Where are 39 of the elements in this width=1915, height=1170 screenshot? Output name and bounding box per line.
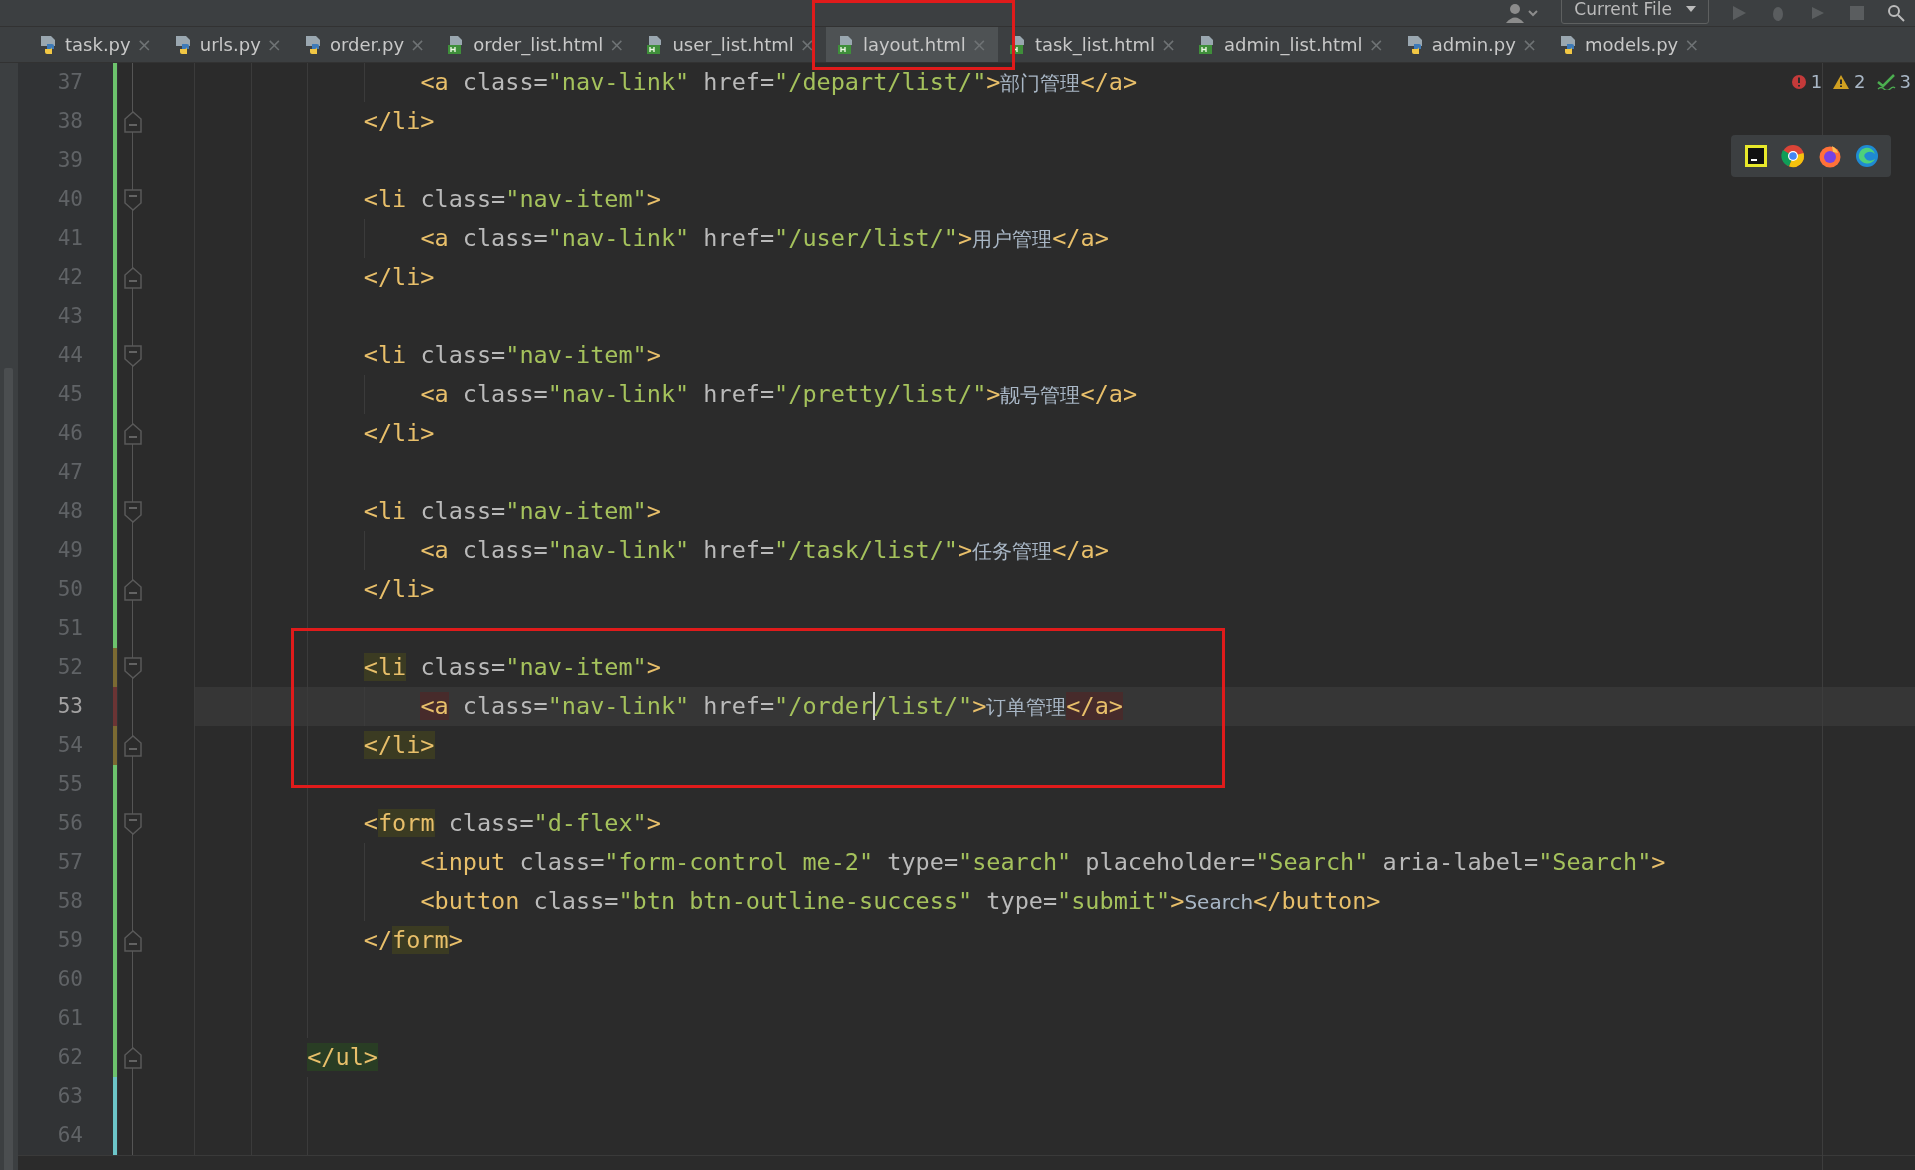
fold-icon[interactable] (124, 188, 142, 211)
editor-tab[interactable]: admin.py × (1394, 27, 1548, 62)
editor-tab[interactable]: task_list.html × (997, 27, 1188, 62)
editor-tab[interactable]: urls.py × (162, 27, 293, 62)
editor-tab[interactable]: admin_list.html × (1187, 27, 1395, 62)
line-number: 53 (18, 687, 113, 726)
error-count: 1 (1810, 71, 1823, 92)
check-icon[interactable] (1875, 73, 1896, 90)
editor-tab[interactable]: user_list.html × (635, 27, 826, 62)
fold-icon[interactable] (124, 422, 142, 445)
fold-icon[interactable] (124, 734, 142, 757)
browser-icon[interactable] (1854, 144, 1879, 168)
search-icon[interactable] (1887, 4, 1905, 22)
stop-icon[interactable] (1849, 5, 1865, 21)
browser-icon[interactable] (1817, 144, 1842, 168)
run-config-dropdown[interactable]: Current File (1561, 0, 1709, 24)
warning-count: 2 (1854, 71, 1866, 92)
fold-icon[interactable] (124, 266, 142, 289)
fold-icon[interactable] (124, 929, 142, 952)
typo-count: 3 (1899, 71, 1911, 92)
browser-icon[interactable] (1780, 144, 1805, 168)
fold-icon[interactable] (124, 500, 142, 523)
fold-icon[interactable] (124, 656, 142, 679)
editor-tab[interactable]: task.py × (28, 27, 163, 62)
warning-icon[interactable] (1832, 73, 1851, 90)
editor-tab[interactable]: models.py × (1548, 27, 1711, 62)
fold-icon[interactable] (124, 578, 142, 601)
editor-tab[interactable]: order.py × (292, 27, 437, 62)
fold-icon[interactable] (124, 812, 142, 835)
error-icon[interactable] (1790, 73, 1807, 90)
fold-icon[interactable] (124, 110, 142, 133)
ide-icon[interactable] (1743, 144, 1768, 168)
fold-icon[interactable] (124, 344, 142, 367)
editor-tab[interactable]: layout.html × (825, 27, 998, 62)
editor-tab[interactable]: order_list.html × (436, 27, 636, 62)
caret-icon (1686, 6, 1696, 12)
run-icon[interactable] (1731, 5, 1747, 21)
fold-icon[interactable] (124, 1046, 142, 1069)
user-icon[interactable] (1505, 3, 1540, 23)
